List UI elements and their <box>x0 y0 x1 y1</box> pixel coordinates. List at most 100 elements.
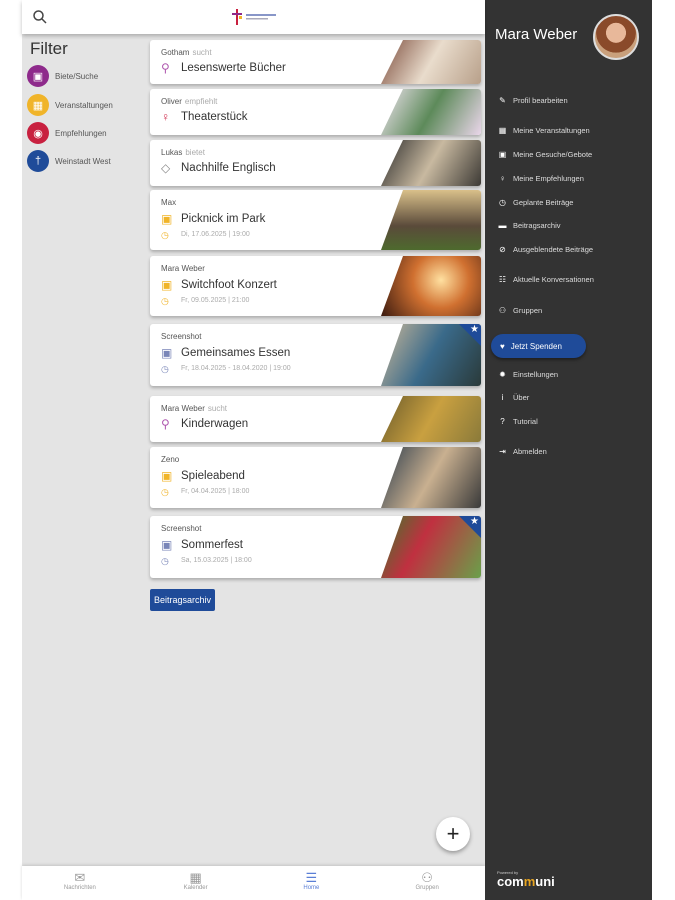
drawer-item[interactable]: ▬ Beitragsarchiv <box>498 221 561 230</box>
lightbulb-icon: ♀ <box>499 174 506 183</box>
communi-logo: communi <box>497 874 555 889</box>
drawer-item-label: Meine Empfehlungen <box>513 174 584 183</box>
drawer-item-label: Aktuelle Konversationen <box>513 275 594 284</box>
calendar-icon: ▣ <box>161 346 173 360</box>
author-name: Lukas <box>161 148 183 157</box>
nav-gruppen[interactable]: ⚇ Gruppen <box>369 866 485 900</box>
filter-gift[interactable]: ▣ Biete/Suche <box>27 65 98 87</box>
filter-label: Weinstadt West <box>55 156 111 166</box>
filter-label: Biete/Suche <box>55 71 99 81</box>
donate-button[interactable]: ♥ Jetzt Spenden <box>491 334 586 358</box>
filter-cross[interactable]: † Weinstadt West <box>27 150 111 172</box>
post-date: Fr, 04.04.2025 | 18:00 <box>181 488 250 495</box>
drawer-item-label: Über <box>513 393 530 402</box>
post-card[interactable]: Screenshot ▣ Gemeinsames Essen ◷ Fr, 18.0… <box>150 324 481 386</box>
drawer-item-label: Tutorial <box>513 417 538 426</box>
post-card[interactable]: Oliver empfiehlt ♀ Theaterstück <box>150 89 481 135</box>
drawer-item-label: Geplante Beiträge <box>513 198 574 207</box>
clock-icon: ◷ <box>161 296 169 306</box>
calendar-icon: ▣ <box>161 469 173 483</box>
post-author: Oliver empfiehlt <box>161 97 217 106</box>
nav-kalender[interactable]: ▦ Kalender <box>138 866 254 900</box>
post-author: Screenshot <box>161 524 201 533</box>
post-image <box>381 89 481 135</box>
bottom-nav: ✉ Nachrichten ▦ Kalender ☰ Home ⚇ Gruppen <box>22 866 485 900</box>
lightbulb-icon: ◉ <box>27 122 49 144</box>
nav-nachrichten[interactable]: ✉ Nachrichten <box>22 866 138 900</box>
post-verb: sucht <box>207 404 227 413</box>
post-title: Sommerfest <box>181 539 243 551</box>
drawer-item-label: Einstellungen <box>513 370 559 379</box>
group-icon: ⚇ <box>421 870 433 885</box>
heart-icon: ♥ <box>500 341 505 351</box>
drawer-item[interactable]: ▣ Meine Gesuche/Gebote <box>498 150 593 159</box>
post-card[interactable]: Zeno ▣ Spieleabend ◷ Fr, 04.04.2025 | 18:… <box>150 447 481 508</box>
post-author: Mara Weber <box>161 264 205 273</box>
list-icon: ☰ <box>305 870 318 885</box>
edit-profile-icon: ✎ <box>499 96 506 105</box>
drawer-item[interactable]: ⚇ Gruppen <box>498 306 542 315</box>
nav-home[interactable]: ☰ Home <box>254 866 370 900</box>
calendar-icon: ▦ <box>27 94 49 116</box>
drawer-item[interactable]: i Über <box>498 393 530 402</box>
clock-icon: ◷ <box>161 364 169 374</box>
church-logo <box>232 9 276 25</box>
filter-lightbulb[interactable]: ◉ Empfehlungen <box>27 122 107 144</box>
calendar-icon: ▦ <box>189 870 202 885</box>
clock-icon: ◷ <box>161 230 169 240</box>
post-card[interactable]: Gotham sucht ⚲ Lesenswerte Bücher <box>150 40 481 84</box>
post-verb: bietet <box>185 148 205 157</box>
post-title: Gemeinsames Essen <box>181 347 291 359</box>
filter-calendar[interactable]: ▦ Veranstaltungen <box>27 94 113 116</box>
author-name: Oliver <box>161 97 182 106</box>
post-image <box>381 40 481 84</box>
search-icon[interactable] <box>32 9 48 25</box>
drawer-item[interactable]: ☷ Aktuelle Konversationen <box>498 275 594 284</box>
drawer-item-label: Ausgeblendete Beiträge <box>513 245 594 254</box>
drawer-item[interactable]: ? Tutorial <box>498 417 538 426</box>
calendar-icon: ▣ <box>161 538 173 552</box>
logout-icon: ⇥ <box>499 447 506 456</box>
post-author: Zeno <box>161 455 179 464</box>
post-card[interactable]: Max ▣ Picknick im Park ◷ Di, 17.06.2025 |… <box>150 190 481 250</box>
drawer-item[interactable]: ♀ Meine Empfehlungen <box>498 174 584 183</box>
drawer-item-label: Abmelden <box>513 447 547 456</box>
clock-icon: ◷ <box>499 198 506 207</box>
post-author: Lukas bietet <box>161 148 205 157</box>
post-date: Di, 17.06.2025 | 19:00 <box>181 231 250 238</box>
post-verb: empfiehlt <box>184 97 218 106</box>
drawer-item[interactable]: ◷ Geplante Beiträge <box>498 198 573 207</box>
gear-icon: ✹ <box>499 370 506 379</box>
archive-button[interactable]: Beitragsarchiv <box>150 589 216 611</box>
user-name: Mara Weber <box>495 26 578 43</box>
author-name: Gotham <box>161 48 190 57</box>
chat-icon: ☷ <box>498 275 507 284</box>
author-name: Mara Weber <box>161 404 205 413</box>
author-name: Max <box>161 198 177 207</box>
gift-icon: ▣ <box>498 150 507 159</box>
post-verb: sucht <box>192 48 212 57</box>
author-name: Zeno <box>161 455 180 464</box>
add-post-button[interactable]: + <box>436 817 470 851</box>
tag-icon: ◇ <box>161 161 171 175</box>
post-card[interactable]: Lukas bietet ◇ Nachhilfe Englisch <box>150 140 481 186</box>
drawer-item[interactable]: ⇥ Abmelden <box>498 447 547 456</box>
post-image <box>381 447 481 508</box>
filter-title: Filter <box>30 39 68 58</box>
drawer-item[interactable]: ✹ Einstellungen <box>498 370 558 379</box>
post-image <box>381 256 481 316</box>
drawer-item-label: Beitragsarchiv <box>513 221 561 230</box>
cross-icon: † <box>27 150 49 172</box>
post-card[interactable]: Mara Weber ▣ Switchfoot Konzert ◷ Fr, 09.… <box>150 256 481 316</box>
post-card[interactable]: Mara Weber sucht ⚲ Kinderwagen <box>150 396 481 442</box>
avatar[interactable] <box>593 14 639 60</box>
post-image <box>381 140 481 186</box>
post-author: Gotham sucht <box>161 48 212 57</box>
drawer-item[interactable]: ⊘ Ausgeblendete Beiträge <box>498 245 593 254</box>
drawer-item-label: Meine Gesuche/Gebote <box>513 150 593 159</box>
post-image <box>381 190 481 250</box>
question-icon: ? <box>500 417 505 426</box>
post-card[interactable]: Screenshot ▣ Sommerfest ◷ Sa, 15.03.2025 … <box>150 516 481 578</box>
drawer-item[interactable]: ✎ Profil bearbeiten <box>498 96 567 105</box>
drawer-item[interactable]: ▦ Meine Veranstaltungen <box>498 126 590 135</box>
